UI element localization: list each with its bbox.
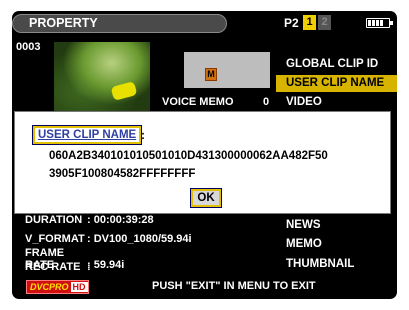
clip-name-value-line2: 3905F100804582FFFFFFFF	[49, 168, 196, 180]
voice-memo-label: VOICE MEMO	[162, 96, 234, 108]
clip-name-value-line1: 060A2B340101010501010D431300000062AA482F…	[49, 150, 328, 162]
user-clip-name-dialog: USER CLIP NAME : 060A2B340101010501010D4…	[14, 111, 391, 214]
duration-row: DURATION : 00:00:39:28	[25, 214, 154, 226]
recrate-label: REC RATE	[25, 261, 81, 273]
recrate-value: :	[87, 261, 91, 273]
clip-number: 0003	[16, 41, 41, 53]
duration-label: DURATION	[25, 214, 83, 226]
menu-item-thumbnail[interactable]: THUMBNAIL	[276, 256, 397, 273]
property-title: PROPERTY	[12, 14, 227, 33]
ok-button[interactable]: OK	[190, 188, 222, 208]
battery-icon	[366, 18, 393, 28]
exit-instruction: PUSH "EXIT" IN MENU TO EXIT	[152, 280, 316, 292]
duration-value: : 00:00:39:28	[87, 214, 154, 226]
menu-item-memo[interactable]: MEMO	[276, 236, 397, 253]
framerate-value: : 59.94i	[87, 259, 125, 271]
p2-card-label: P2	[284, 16, 299, 30]
dvcpro-hd-logo: DVCPRO HD	[26, 280, 89, 294]
clip-thumbnail[interactable]	[54, 42, 150, 112]
memo-panel	[184, 52, 270, 88]
logo-hd: HD	[70, 282, 88, 292]
logo-text: DVCPRO	[30, 282, 69, 292]
menu-item-news[interactable]: NEWS	[276, 217, 397, 234]
slot-1-indicator: 1	[303, 15, 316, 30]
menu-item-user-clip-name[interactable]: USER CLIP NAME	[276, 75, 397, 92]
vformat-label: V_FORMAT	[25, 233, 85, 245]
voice-memo-count: 0	[263, 96, 270, 108]
recrate-row: REC RATE:	[25, 261, 91, 273]
menu-item-global-clip-id[interactable]: GLOBAL CLIP ID	[276, 56, 397, 73]
dialog-field-label: USER CLIP NAME	[31, 125, 143, 145]
menu-item-video[interactable]: VIDEO	[276, 94, 397, 111]
slot-2-indicator: 2	[318, 15, 331, 30]
vformat-row: V_FORMAT: DV100_1080/59.94i	[25, 233, 192, 245]
vformat-value: : DV100_1080/59.94i	[87, 233, 192, 245]
memo-icon: M	[205, 68, 217, 81]
dialog-colon: :	[141, 128, 145, 142]
